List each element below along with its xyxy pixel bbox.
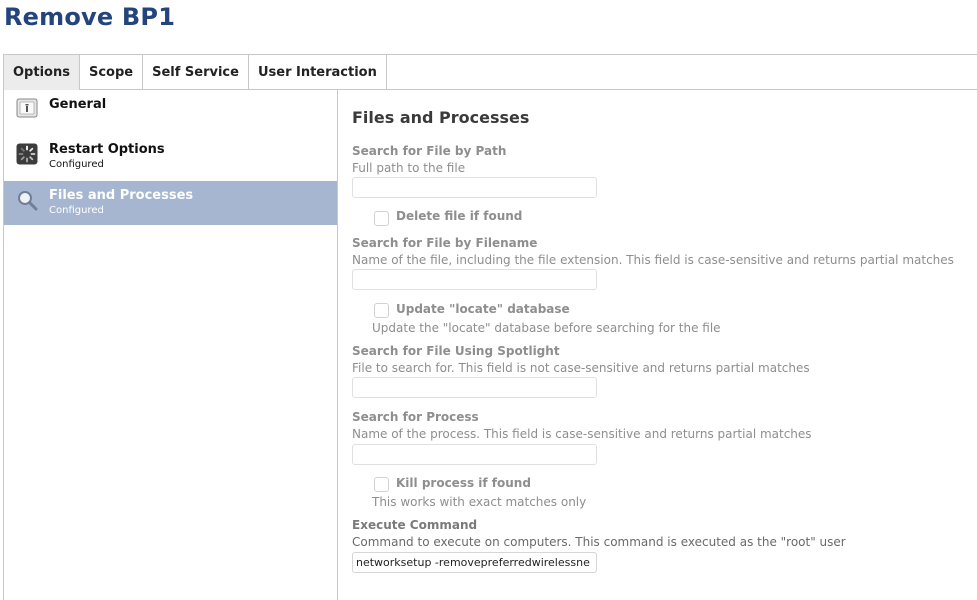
search-filename-input[interactable] xyxy=(352,269,597,290)
main-content: Files and Processes Search for File by P… xyxy=(338,90,977,600)
search-spotlight-title: Search for File Using Spotlight xyxy=(352,344,560,358)
search-spotlight-desc: File to search for. This field is not ca… xyxy=(352,361,810,375)
search-path-title: Search for File by Path xyxy=(352,144,507,158)
tab-bar: Options Scope Self Service User Interact… xyxy=(3,54,977,90)
search-process-title: Search for Process xyxy=(352,410,479,424)
search-filename-title: Search for File by Filename xyxy=(352,236,538,250)
general-icon xyxy=(16,98,38,118)
sidebar-item-restart-options[interactable]: Restart Options Configured xyxy=(4,135,337,179)
sidebar-item-status: Configured xyxy=(49,205,104,216)
update-locate-checkbox[interactable] xyxy=(374,303,389,318)
execute-command-input[interactable] xyxy=(352,552,597,573)
sidebar-item-label: Restart Options xyxy=(49,142,165,157)
page-title: Remove BP1 xyxy=(4,3,176,31)
restart-options-icon xyxy=(16,143,38,165)
magnifier-icon xyxy=(18,191,38,211)
search-path-input[interactable] xyxy=(352,177,597,198)
search-process-desc: Name of the process. This field is case-… xyxy=(352,427,812,441)
tab-options[interactable]: Options xyxy=(3,55,80,90)
search-spotlight-input[interactable] xyxy=(352,377,597,398)
search-process-input[interactable] xyxy=(352,444,597,465)
search-path-desc: Full path to the file xyxy=(352,161,466,175)
execute-command-desc: Command to execute on computers. This co… xyxy=(352,535,846,549)
kill-process-label: Kill process if found xyxy=(396,476,531,490)
sidebar-item-label: General xyxy=(49,97,107,112)
execute-command-title: Execute Command xyxy=(352,518,478,532)
tab-user-interaction[interactable]: User Interaction xyxy=(249,55,387,90)
tab-self-service[interactable]: Self Service xyxy=(143,55,249,90)
sidebar-item-general[interactable]: General xyxy=(4,90,337,134)
update-locate-help: Update the "locate" database before sear… xyxy=(372,321,721,335)
search-filename-desc: Name of the file, including the file ext… xyxy=(352,253,954,267)
sidebar-item-files-and-processes[interactable]: Files and Processes Configured xyxy=(4,181,337,225)
delete-file-checkbox[interactable] xyxy=(374,211,389,226)
update-locate-label: Update "locate" database xyxy=(396,302,570,316)
sidebar-item-label: Files and Processes xyxy=(49,188,194,203)
tab-scope[interactable]: Scope xyxy=(80,55,144,90)
section-title: Files and Processes xyxy=(352,108,530,127)
sidebar-item-status: Configured xyxy=(49,159,104,170)
delete-file-label: Delete file if found xyxy=(396,209,523,223)
sidebar: General Restart Options Configured Files… xyxy=(3,90,338,600)
kill-process-help: This works with exact matches only xyxy=(372,495,587,509)
kill-process-checkbox[interactable] xyxy=(374,477,389,492)
